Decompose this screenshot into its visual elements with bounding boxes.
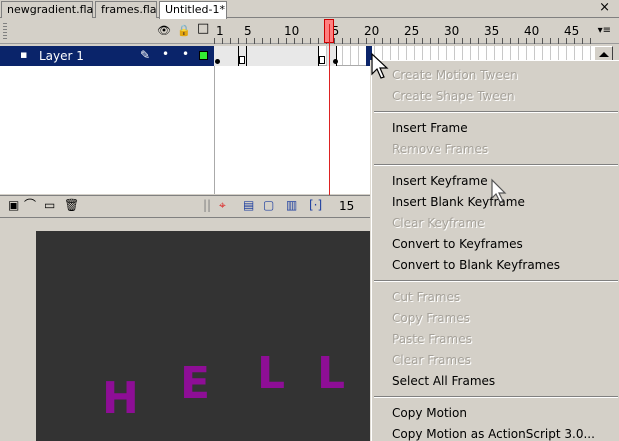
center-frame-icon[interactable]: ⌖ [219,199,226,212]
tab-newgradient[interactable]: newgradient.fla [1,1,93,18]
outline-icon[interactable]: □ [197,22,209,35]
lock-dot-icon[interactable]: • [182,47,189,61]
stage-letter[interactable]: H [102,373,139,424]
document-tab-bar: newgradient.fla frames.fla Untitled-1* × [0,0,619,19]
frame-end-marker[interactable] [239,56,245,64]
eye-icon[interactable]: 👁 [157,25,171,37]
edit-multiple-frames-icon[interactable]: ▥ [286,199,297,212]
menu-item-insert-frame[interactable]: Insert Frame [392,121,468,135]
menu-item-copy-motion-as-actionscript[interactable]: Copy Motion as ActionScript 3.0... [392,427,595,441]
tab-frames[interactable]: frames.fla [95,1,157,18]
lock-icon[interactable]: 🔒 [177,25,191,37]
menu-item-remove-frames[interactable]: Remove Frames [392,142,488,156]
up-arrow-icon [599,52,609,57]
menu-item-insert-keyframe[interactable]: Insert Keyframe [392,174,488,188]
ruler-label: 35 [484,24,500,38]
layer-page-icon: ▪ [20,48,28,61]
menu-item-convert-to-blank-keyframes[interactable]: Convert to Blank Keyframes [392,258,560,272]
menu-item-paste-frames[interactable]: Paste Frames [392,332,472,346]
ruler-label: 45 [564,24,580,38]
menu-item-select-all-frames[interactable]: Select All Frames [392,374,495,388]
ruler-label: 30 [444,24,460,38]
ruler-label: 40 [524,24,540,38]
menu-item-create-motion-tween[interactable]: Create Motion Tween [392,68,518,82]
panel-grip-handle[interactable] [3,23,7,41]
frame-span[interactable] [247,46,319,66]
ruler-label: 10 [284,24,300,38]
tab-label: Untitled-1* [165,3,225,16]
playhead-line [329,24,330,196]
onion-skin-outlines-icon[interactable]: ▢ [263,199,274,212]
menu-item-clear-frames[interactable]: Clear Frames [392,353,471,367]
timeline-options-menu-icon[interactable]: ▾≡ [598,25,611,36]
menu-separator [374,111,618,113]
mouse-cursor-icon [371,52,389,79]
frame-context-menu: Create Motion Tween Create Shape Tween I… [371,60,619,441]
menu-item-cut-frames[interactable]: Cut Frames [392,290,460,304]
stage-letter[interactable]: L [257,348,285,399]
frame-end-marker[interactable] [319,56,325,64]
layer-row[interactable]: ▪ Layer 1 ✎ • • [0,46,214,66]
new-layer-icon[interactable]: ▣ [8,199,19,212]
ruler-label: 25 [404,24,420,38]
visibility-dot-icon[interactable]: • [162,47,169,61]
current-frame-number: 15 [339,199,355,213]
modify-onion-markers-icon[interactable]: [·] [309,199,322,212]
ruler-label: 1 [216,24,224,38]
tab-untitled-1[interactable]: Untitled-1* [159,1,227,19]
stage-letter[interactable]: E [180,358,210,409]
mouse-cursor-ghost-icon [491,178,507,203]
menu-item-copy-motion[interactable]: Copy Motion [392,406,467,420]
menu-separator [374,164,618,166]
new-folder-icon[interactable]: ▭ [44,199,55,212]
keyframe-marker[interactable] [215,59,220,64]
menu-item-convert-to-keyframes[interactable]: Convert to Keyframes [392,237,523,251]
timeline-header: 👁 🔒 □ 1 5 10 15 20 25 30 35 40 45 ▾≡ [0,19,619,44]
frame-ruler-ticks[interactable] [214,38,592,44]
ruler-label: 5 [244,24,252,38]
motion-guide-icon[interactable]: ⌒ [24,199,36,212]
menu-item-create-shape-tween[interactable]: Create Shape Tween [392,89,515,103]
onion-skin-icon[interactable]: ▤ [243,199,254,212]
menu-item-copy-frames[interactable]: Copy Frames [392,311,470,325]
tab-label: frames.fla [101,3,157,16]
splitter-grip-icon[interactable]: || [203,199,211,212]
keyframe-marker[interactable] [333,59,338,64]
tab-label: newgradient.fla [7,3,94,16]
pencil-icon: ✎ [140,48,151,62]
menu-separator [374,280,618,282]
close-document-icon[interactable]: × [599,0,610,15]
layer-outline-color-swatch[interactable] [199,51,208,60]
flash-editor-window: newgradient.fla frames.fla Untitled-1* ×… [0,0,619,441]
menu-separator [374,396,618,398]
stage-letter[interactable]: L [317,348,345,399]
stage-canvas[interactable]: H E L L [36,231,376,441]
layer-name[interactable]: Layer 1 [39,49,84,63]
ruler-label: 20 [364,24,380,38]
trash-icon[interactable]: 🗑 [64,199,79,212]
layer-list-empty-area [0,66,214,194]
menu-item-clear-keyframe[interactable]: Clear Keyframe [392,216,485,230]
